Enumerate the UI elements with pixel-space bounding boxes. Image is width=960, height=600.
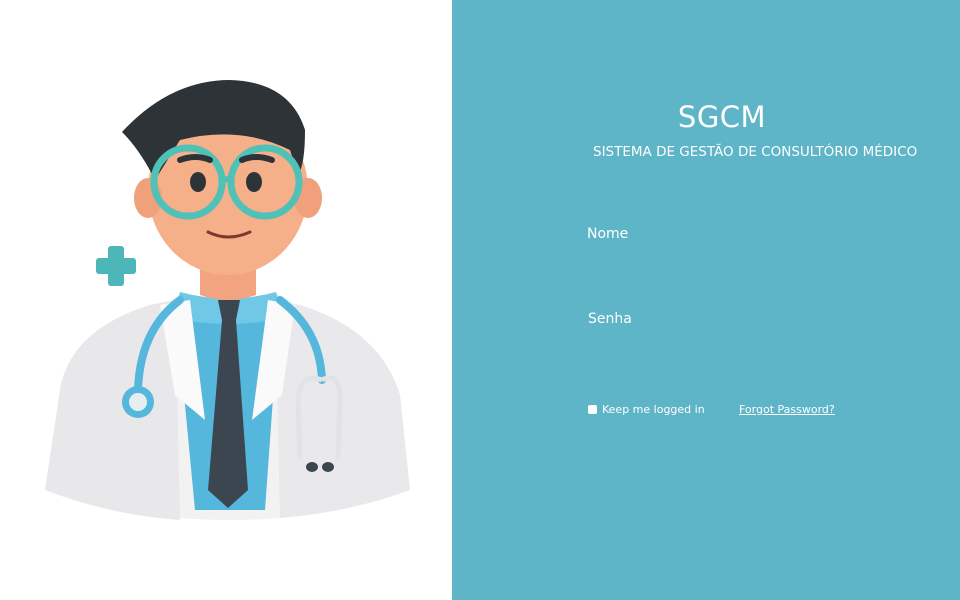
app-title: SGCM (677, 100, 767, 134)
medical-cross-icon (96, 246, 136, 286)
doctor-illustration-icon (45, 80, 410, 520)
login-page: SGCM SISTEMA DE GESTÃO DE CONSULTÓRIO MÉ… (0, 0, 960, 600)
illustration-panel (0, 0, 452, 600)
checkbox-box[interactable] (588, 405, 597, 414)
name-input[interactable] (587, 220, 837, 248)
login-form-panel: SGCM SISTEMA DE GESTÃO DE CONSULTÓRIO MÉ… (452, 0, 960, 600)
forgot-password-link[interactable]: Forgot Password? (739, 403, 835, 416)
remember-me-checkbox[interactable]: Keep me logged in (588, 403, 705, 416)
app-subtitle: SISTEMA DE GESTÃO DE CONSULTÓRIO MÉDICO (593, 144, 918, 160)
remember-me-label: Keep me logged in (602, 403, 705, 416)
password-input[interactable] (588, 305, 838, 333)
